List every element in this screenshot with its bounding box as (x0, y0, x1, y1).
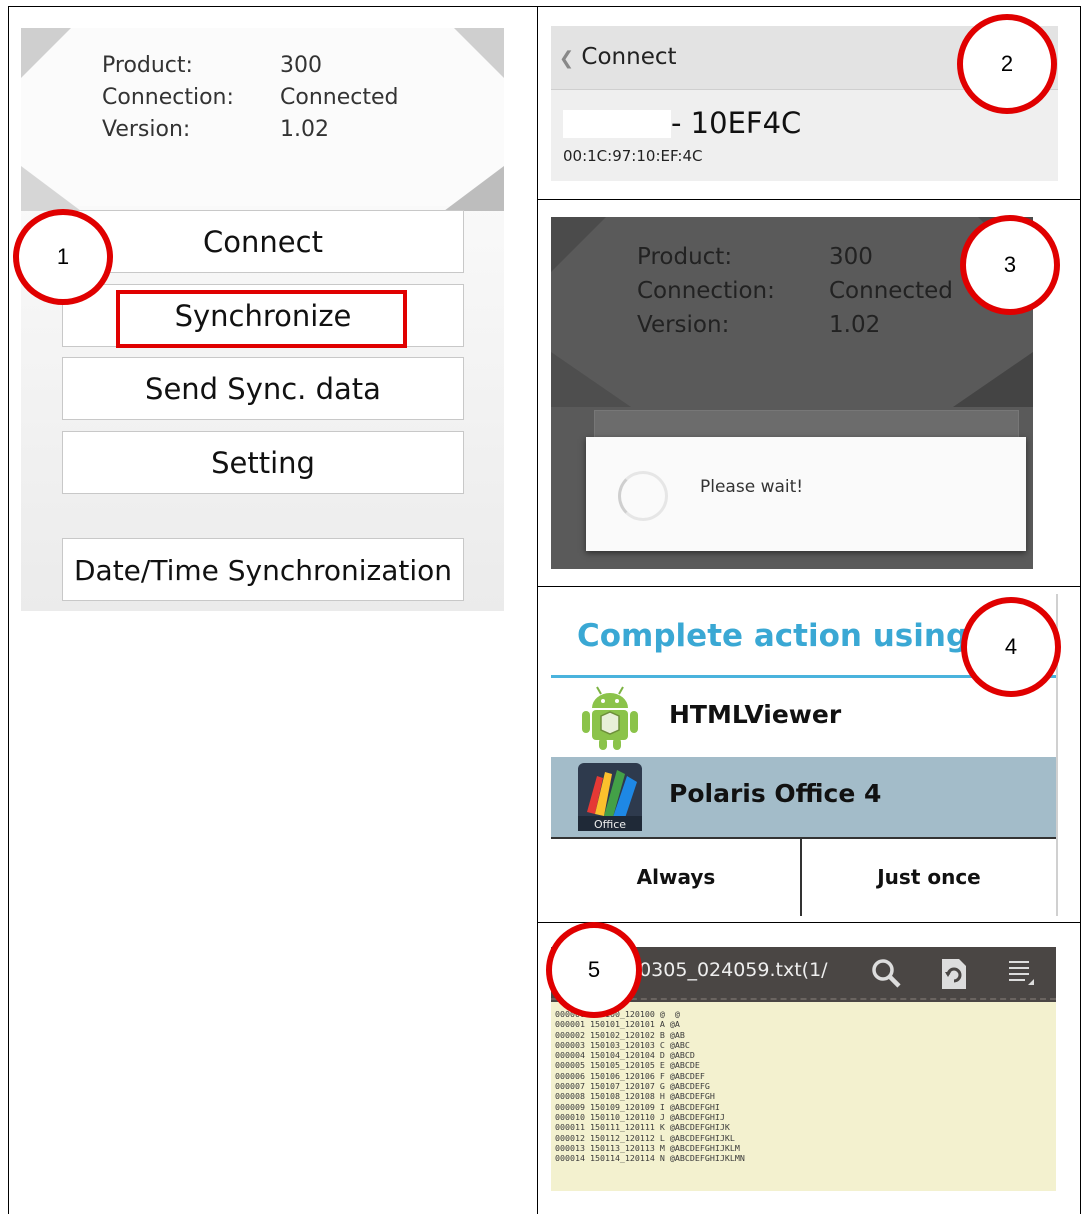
info-label: Connection: (637, 278, 775, 304)
loading-spinner-icon (618, 471, 668, 521)
setting-button[interactable]: Setting (62, 431, 464, 494)
progress-dialog: Please wait! (586, 437, 1026, 551)
file-line: 000007 150107_120107 G @ABCDEFG (555, 1081, 710, 1092)
info-label: Connection: (102, 85, 234, 110)
file-line: 000012 150112_120112 L @ABCDEFGHIJKL (555, 1132, 735, 1143)
table-border-top (8, 6, 1081, 7)
file-line: 000008 150108_120108 H @ABCDEFGH (555, 1091, 715, 1102)
header-corner (551, 217, 606, 272)
file-line: 000014 150114_120114 N @ABCDEFGHIJKLMN (555, 1153, 745, 1164)
info-label: Version: (102, 117, 191, 142)
info-value: 1.02 (829, 312, 881, 338)
step-marker: 2 (957, 14, 1057, 114)
table-row-divider (537, 922, 1081, 923)
table-border-left (8, 6, 9, 1214)
file-line: 000004 150104_120104 D @ABCD (555, 1050, 695, 1061)
back-chevron-icon[interactable]: ❮ (559, 48, 574, 69)
device-info-header: Product: 300 Connection: Connected Versi… (21, 28, 504, 211)
dialog-title: Complete action using (577, 618, 969, 654)
date-time-sync-button[interactable]: Date/Time Synchronization (62, 538, 464, 601)
header-corner (953, 352, 1033, 407)
file-line: 000009 150109_120109 I @ABCDEFGHI (555, 1101, 720, 1112)
device-name[interactable]: - 10EF4C (671, 106, 801, 140)
just-once-button[interactable]: Just once (804, 839, 1054, 916)
step-marker: 3 (960, 215, 1060, 315)
info-connection: Connection: Connected (637, 278, 953, 304)
choice-button-row: Always Just once (551, 837, 1058, 916)
info-value: 300 (280, 53, 322, 78)
app-name: HTMLViewer (669, 700, 842, 729)
button-divider (800, 839, 802, 916)
file-line: 000001 150101_120101 A @A (555, 1019, 680, 1030)
main-screen: Product: 300 Connection: Connected Versi… (21, 28, 504, 611)
info-label: Product: (102, 53, 193, 78)
file-line: 000013 150113_120113 M @ABCDEFGHIJKLM (555, 1142, 740, 1153)
file-line: 000005 150105_120105 E @ABCDE (555, 1060, 700, 1071)
file-line: 000002 150102_120102 B @AB (555, 1029, 685, 1040)
info-value: Connected (829, 278, 953, 304)
search-icon[interactable] (870, 957, 902, 989)
info-version: Version: 1.02 (102, 117, 329, 142)
app-option-htmlviewer[interactable]: HTMLViewer (551, 678, 1058, 758)
info-connection: Connection: Connected (102, 85, 398, 110)
step-marker: 4 (961, 597, 1061, 697)
android-icon (582, 686, 638, 750)
polaris-office-icon: Office (578, 763, 642, 831)
table-row-divider (537, 586, 1081, 587)
svg-text:Office: Office (594, 818, 626, 831)
info-value: 300 (829, 244, 873, 270)
document-refresh-icon[interactable] (939, 957, 969, 991)
header-corner (444, 166, 504, 211)
info-product: Product: 300 (637, 244, 873, 270)
step-marker: 1 (13, 209, 113, 305)
file-line: 000010 150110_120110 J @ABCDEFGHIJ (555, 1111, 725, 1122)
file-line: 000006 150106_120106 F @ABCDEF (555, 1070, 705, 1081)
file-content: 000000 150100_120100 @ @000001 150101_12… (555, 1009, 745, 1163)
header-corner (21, 28, 71, 78)
file-line: 000003 150103_120103 C @ABC (555, 1039, 690, 1050)
menu-icon[interactable] (1006, 957, 1036, 987)
info-label: Product: (637, 244, 733, 270)
file-line: 000011 150111_120111 K @ABCDEFGHIJK (555, 1122, 730, 1133)
info-label: Version: (637, 312, 730, 338)
connect-button[interactable]: Connect (62, 210, 464, 273)
header-corner (551, 352, 631, 407)
send-sync-data-button[interactable]: Send Sync. data (62, 357, 464, 420)
info-version: Version: 1.02 (637, 312, 880, 338)
table-column-divider (537, 6, 538, 1214)
info-value: 1.02 (280, 117, 329, 142)
step-marker: 5 (546, 922, 642, 1018)
back-label[interactable]: Connect (581, 44, 676, 70)
device-mac-address: 00:1C:97:10:EF:4C (563, 147, 703, 165)
dialog-message: Please wait! (700, 477, 804, 497)
file-name: 50305_024059.txt(1/ (627, 959, 828, 981)
header-corner (454, 28, 504, 78)
header-corner (21, 166, 81, 211)
redacted-name (563, 110, 671, 138)
table-row-divider (537, 199, 1081, 200)
highlight-box (116, 290, 407, 348)
info-value: Connected (280, 85, 399, 110)
app-option-polaris-office[interactable]: Office Polaris Office 4 (551, 757, 1058, 837)
info-product: Product: 300 (102, 53, 322, 78)
always-button[interactable]: Always (551, 839, 801, 916)
app-name: Polaris Office 4 (669, 779, 882, 808)
